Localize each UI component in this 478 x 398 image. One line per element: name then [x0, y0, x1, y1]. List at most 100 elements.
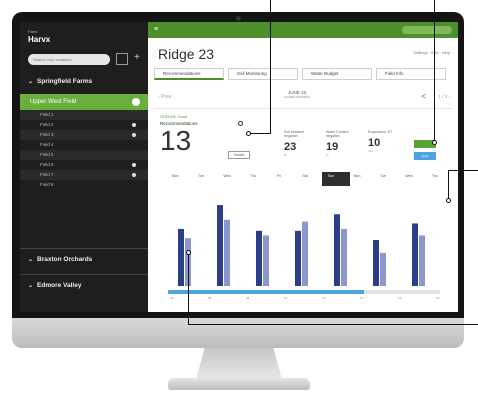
callout-line [270, 0, 271, 133]
sidebar-search-input[interactable]: Search crop locations [28, 54, 110, 65]
sidebar-subitem[interactable]: Field 3 [20, 130, 148, 140]
ribbon-date: JUNE 18 Update available [284, 90, 310, 99]
chart-bar [302, 221, 308, 286]
chart-bar [373, 240, 379, 286]
stat-soil-moisture: Soil Moisture Irrigation 23 % [284, 130, 318, 157]
callout-dot [446, 198, 451, 203]
chart-bar [341, 228, 347, 286]
day-label[interactable]: Tue [188, 174, 214, 178]
camera-dot [236, 16, 241, 21]
callout-line [250, 133, 271, 134]
day-label[interactable]: Tue [370, 174, 396, 178]
callout-line [434, 0, 435, 140]
chevron-down-icon: ⌄ [28, 79, 34, 85]
subitem-label: Field 3 [40, 132, 54, 137]
day-label[interactable]: Wed [214, 174, 240, 178]
sidebar-subitem[interactable]: Field 7 [20, 170, 148, 180]
subitem-label: Field 8 [40, 182, 54, 187]
day-label[interactable]: Fri [266, 174, 292, 178]
subitem-label: Field 4 [40, 142, 54, 147]
day-label[interactable]: Mon [162, 174, 188, 178]
monitor-chin [12, 318, 464, 348]
subitem-label: Field 6 [40, 162, 54, 167]
timeline-scrollbar[interactable] [168, 290, 440, 294]
group-label: Edmore Valley [37, 282, 82, 289]
page-title: Ridge 23 [158, 46, 215, 62]
qr-scan-icon[interactable] [116, 53, 128, 65]
chart-bar [380, 252, 386, 286]
recommendation-count: 13 [160, 125, 192, 156]
tab-label: Water Budget [311, 71, 339, 76]
group-label: Springfield Farms [37, 78, 93, 85]
active-item-label: Upper West Field [30, 99, 77, 105]
chart-bar [295, 230, 301, 286]
sidebar-subitem[interactable]: Field 8 [20, 180, 148, 190]
sidebar-group-edmore[interactable]: ⌄ Edmore Valley [28, 282, 81, 289]
main-panel: ≡ Ridge 23 Settings · Edit · Help Recomm… [148, 22, 458, 312]
prev-link[interactable]: ‹ Prev [158, 94, 171, 100]
divider [20, 274, 148, 275]
bar-chart [178, 205, 425, 286]
chart-bar [412, 223, 418, 286]
scroll-thumb[interactable] [168, 290, 364, 294]
tab-field[interactable]: Field Info [376, 68, 446, 80]
status-dot-icon [132, 163, 136, 167]
sidebar: Farm Harvx Search crop locations + ⌄ Spri… [20, 22, 148, 312]
sidebar-group-springfield[interactable]: ⌄ Springfield Farms [28, 78, 92, 85]
chevron-down-icon: ⌄ [28, 283, 34, 289]
tab-recommendations[interactable]: Recommendations [154, 68, 224, 80]
stat-unit: % [284, 153, 287, 157]
x-tick-label: 10 [284, 296, 288, 300]
sidebar-subitem[interactable]: Field 6 [20, 160, 148, 170]
sidebar-item-active[interactable]: Upper West Field [20, 94, 148, 110]
details-button[interactable]: Details [228, 151, 250, 159]
x-tick-label: 06 [208, 296, 212, 300]
chart-bar [217, 205, 223, 286]
brand-name: Harvx [28, 35, 51, 44]
day-label[interactable]: Wed [396, 174, 422, 178]
subitem-label: Field 7 [40, 172, 54, 177]
callout-dot [186, 250, 191, 255]
stat-unit: mm [368, 149, 373, 153]
day-label[interactable]: Sun [318, 174, 344, 178]
share-icon[interactable]: < [421, 92, 426, 101]
divider [20, 248, 148, 249]
sidebar-subitem[interactable]: Field 4 [20, 140, 148, 150]
tab-soil[interactable]: Soil Monitoring [228, 68, 298, 80]
menu-icon[interactable]: ≡ [154, 26, 158, 33]
day-label[interactable]: Sat [292, 174, 318, 178]
chevron-down-icon: ⌄ [28, 257, 34, 263]
stat-water-content: Water Content Irrigation 19 % [326, 130, 360, 157]
callout-dot [246, 131, 251, 136]
ribbon-date-sub: Update available [284, 95, 311, 99]
day-label[interactable]: Mon [344, 174, 370, 178]
top-actions[interactable]: Settings · Edit · Help [413, 50, 450, 55]
sidebar-subitem[interactable]: Field 1 [20, 110, 148, 120]
x-tick-label: 12 [322, 296, 326, 300]
tab-label: Soil Monitoring [237, 71, 267, 76]
stat-value: 19 [326, 141, 339, 153]
x-tick-label: 14 [360, 296, 364, 300]
x-tick-label: 04 [170, 296, 174, 300]
chart-area: Mon Tue Wed Thu Fri Sat Sun Mon Tue Wed Thu 04 06 08… [154, 172, 452, 300]
apply-button[interactable]: Apply [414, 152, 436, 160]
status-dot-icon [132, 98, 140, 106]
sidebar-subitem[interactable]: Field 2 [20, 120, 148, 130]
chart-bar [256, 230, 262, 286]
sidebar-group-braxton[interactable]: ⌄ Braxton Orchards [28, 256, 92, 263]
day-label[interactable]: Thu [240, 174, 266, 178]
date-ribbon: ‹ Prev JUNE 18 Update available < 1 / 3 … [154, 88, 452, 109]
stat-value: 10 [368, 137, 381, 149]
add-icon[interactable]: + [134, 52, 140, 63]
sidebar-subitem[interactable]: Field 5 [20, 150, 148, 160]
account-pill[interactable] [402, 26, 452, 34]
status-dot-icon [132, 173, 136, 177]
tab-label: Recommendations [163, 71, 201, 76]
info-icon[interactable] [238, 121, 243, 126]
top-bar: ≡ [148, 22, 458, 38]
tab-water[interactable]: Water Budget [302, 68, 372, 80]
pager-link[interactable]: 1 / 3 › [438, 94, 450, 99]
day-label[interactable]: Thu [422, 174, 448, 178]
x-tick-label: 08 [246, 296, 250, 300]
callout-line [448, 170, 478, 171]
